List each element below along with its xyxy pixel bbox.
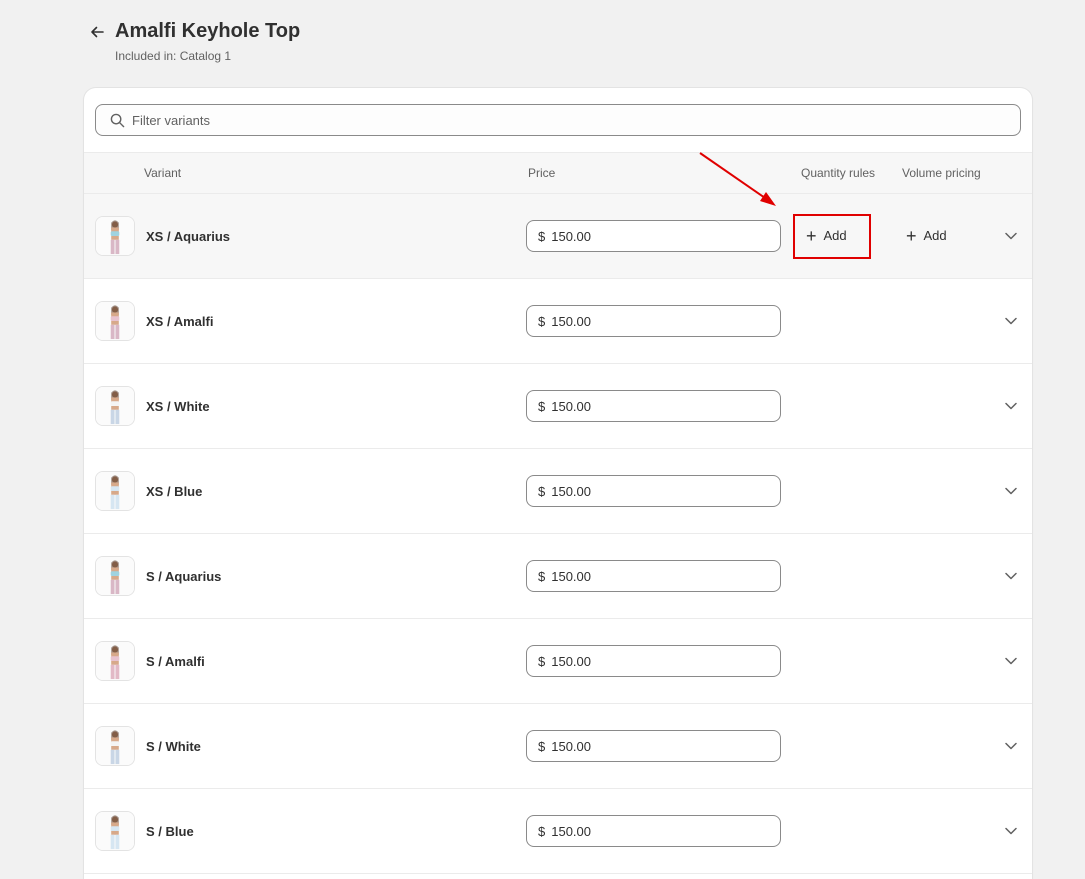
price-value: 150.00 [551,483,591,499]
price-value: 150.00 [551,398,591,414]
price-value: 150.00 [551,228,591,244]
plus-icon: + [906,225,917,246]
currency-symbol: $ [538,568,546,584]
variant-thumbnail [95,471,135,511]
search-input[interactable] [132,105,1002,135]
currency-symbol: $ [538,653,546,669]
table-row[interactable]: XS / Blue $150.00 [84,449,1032,534]
variant-name: XS / Aquarius [146,229,231,244]
back-button[interactable] [88,23,106,41]
currency-symbol: $ [538,313,546,329]
variant-thumbnail [95,386,135,426]
variant-thumbnail [95,726,135,766]
variants-card: Variant Price Quantity rules Volume pric… [84,88,1032,879]
price-input[interactable]: $150.00 [526,815,781,847]
table-row[interactable]: S / Amalfi $150.00 [84,619,1032,704]
variant-name: S / White [146,739,201,754]
plus-icon: + [806,225,817,246]
add-label: Add [923,228,947,243]
variant-thumbnail [95,216,135,256]
variant-name: S / Aquarius [146,569,222,584]
variant-thumbnail [95,301,135,341]
arrow-left-icon [91,26,104,38]
price-input[interactable]: $150.00 [526,475,781,507]
price-input[interactable]: $150.00 [526,305,781,337]
table-row[interactable]: XS / White $150.00 [84,364,1032,449]
chevron-down-icon[interactable] [1004,401,1018,411]
chevron-down-icon[interactable] [1004,656,1018,666]
table-row[interactable]: XS / Amalfi $150.00 [84,279,1032,364]
variant-name: XS / Amalfi [146,314,214,329]
price-input[interactable]: $150.00 [526,730,781,762]
chevron-down-icon[interactable] [1004,486,1018,496]
chevron-down-icon[interactable] [1004,231,1018,241]
chevron-down-icon[interactable] [1004,316,1018,326]
price-value: 150.00 [551,823,591,839]
price-input[interactable]: $150.00 [526,390,781,422]
table-row[interactable]: XS / Aquarius $150.00 + Add + Add [84,194,1032,279]
chevron-down-icon[interactable] [1004,741,1018,751]
column-header-price: Price [528,166,556,180]
add-label: Add [823,228,847,243]
table-row[interactable]: S / White $150.00 [84,704,1032,789]
variant-thumbnail [95,641,135,681]
currency-symbol: $ [538,483,546,499]
price-input[interactable]: $150.00 [526,560,781,592]
variant-name: XS / White [146,399,210,414]
variant-thumbnail [95,556,135,596]
add-quantity-rules-button[interactable]: + Add [806,225,847,246]
price-value: 150.00 [551,738,591,754]
table-row[interactable]: S / Aquarius $150.00 [84,534,1032,619]
search-icon [110,113,125,128]
add-volume-pricing-button[interactable]: + Add [906,225,947,246]
page-subtitle: Included in: Catalog 1 [115,49,232,63]
price-value: 150.00 [551,313,591,329]
column-header-quantity-rules: Quantity rules [801,166,876,180]
price-input[interactable]: $150.00 [526,220,781,252]
currency-symbol: $ [538,228,546,244]
price-value: 150.00 [551,653,591,669]
variant-name: S / Amalfi [146,654,205,669]
price-input[interactable]: $150.00 [526,645,781,677]
chevron-down-icon[interactable] [1004,571,1018,581]
table-header: Variant Price Quantity rules Volume pric… [84,152,1032,194]
currency-symbol: $ [538,398,546,414]
variant-thumbnail [95,811,135,851]
search-field[interactable] [95,104,1021,136]
variant-name: XS / Blue [146,484,203,499]
page-title: Amalfi Keyhole Top [115,20,301,42]
variant-name: S / Blue [146,824,194,839]
chevron-down-icon[interactable] [1004,826,1018,836]
column-header-variant: Variant [144,166,182,180]
price-value: 150.00 [551,568,591,584]
currency-symbol: $ [538,823,546,839]
currency-symbol: $ [538,738,546,754]
table-row[interactable]: S / Blue $150.00 [84,789,1032,874]
column-header-volume-pricing: Volume pricing [902,166,981,180]
